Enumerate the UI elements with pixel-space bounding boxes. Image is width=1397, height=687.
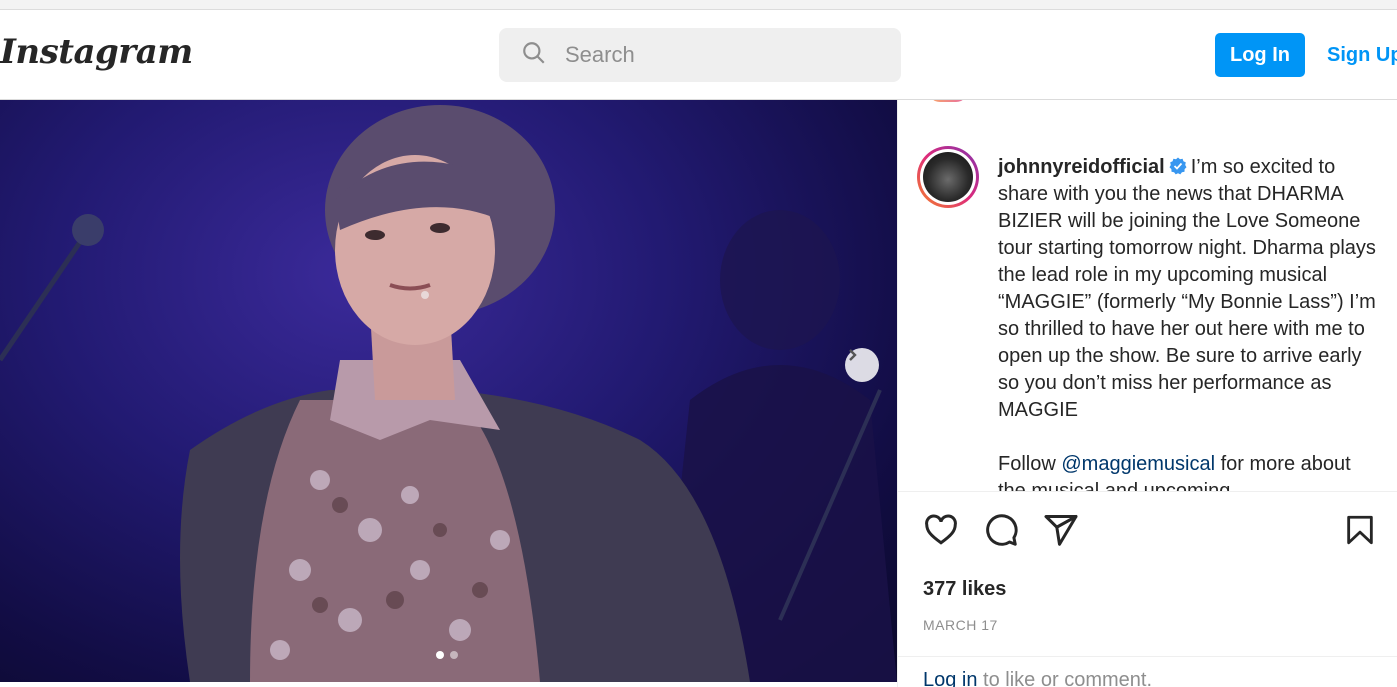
comment-button[interactable] bbox=[981, 512, 1021, 552]
next-slide-button[interactable] bbox=[845, 348, 879, 382]
carousel-dot bbox=[450, 651, 458, 659]
login-button[interactable]: Log In bbox=[1215, 33, 1305, 77]
post-date[interactable]: MARCH 17 bbox=[923, 617, 998, 633]
share-icon bbox=[1043, 512, 1079, 553]
caption-text: I’m so excited to share with you the new… bbox=[998, 156, 1376, 421]
like-button[interactable] bbox=[921, 512, 961, 552]
heart-icon bbox=[923, 512, 959, 553]
instagram-logo[interactable]: Instagram bbox=[0, 32, 193, 72]
search-input[interactable] bbox=[565, 42, 865, 68]
likes-count[interactable]: 377 likes bbox=[923, 578, 1006, 601]
carousel-dot-active bbox=[436, 651, 444, 659]
signup-link[interactable]: Sign Up bbox=[1327, 44, 1397, 67]
post-caption: johnnyreidofficial I’m so excited to shar… bbox=[998, 154, 1383, 491]
header: Instagram Log In Sign Up bbox=[0, 10, 1397, 100]
bookmark-icon bbox=[1343, 513, 1377, 552]
login-prompt: Log in to like or comment. bbox=[898, 656, 1397, 687]
share-button[interactable] bbox=[1041, 512, 1081, 552]
mention-link[interactable]: @maggiemusical bbox=[1061, 453, 1215, 475]
comment-icon bbox=[983, 512, 1019, 553]
action-bar bbox=[898, 512, 1397, 556]
post-sidebar: johnnyreidofficial I’m so excited to shar… bbox=[897, 100, 1397, 687]
verified-icon bbox=[1169, 156, 1187, 175]
save-button[interactable] bbox=[1340, 512, 1380, 552]
header-avatar-partial bbox=[928, 100, 968, 102]
username-link[interactable]: johnnyreidofficial bbox=[998, 156, 1165, 178]
post-photo[interactable] bbox=[0, 100, 897, 682]
login-prompt-link[interactable]: Log in bbox=[923, 669, 978, 687]
follow-prefix: Follow bbox=[998, 453, 1062, 475]
stage-performer-image bbox=[0, 105, 897, 682]
search-box[interactable] bbox=[499, 28, 901, 82]
browser-top-bar bbox=[0, 0, 1397, 10]
login-prompt-text: to like or comment. bbox=[977, 669, 1153, 687]
carousel-dots bbox=[436, 651, 458, 659]
avatar[interactable] bbox=[917, 146, 979, 208]
search-icon bbox=[521, 40, 547, 71]
caption-area[interactable]: johnnyreidofficial I’m so excited to shar… bbox=[898, 100, 1397, 492]
